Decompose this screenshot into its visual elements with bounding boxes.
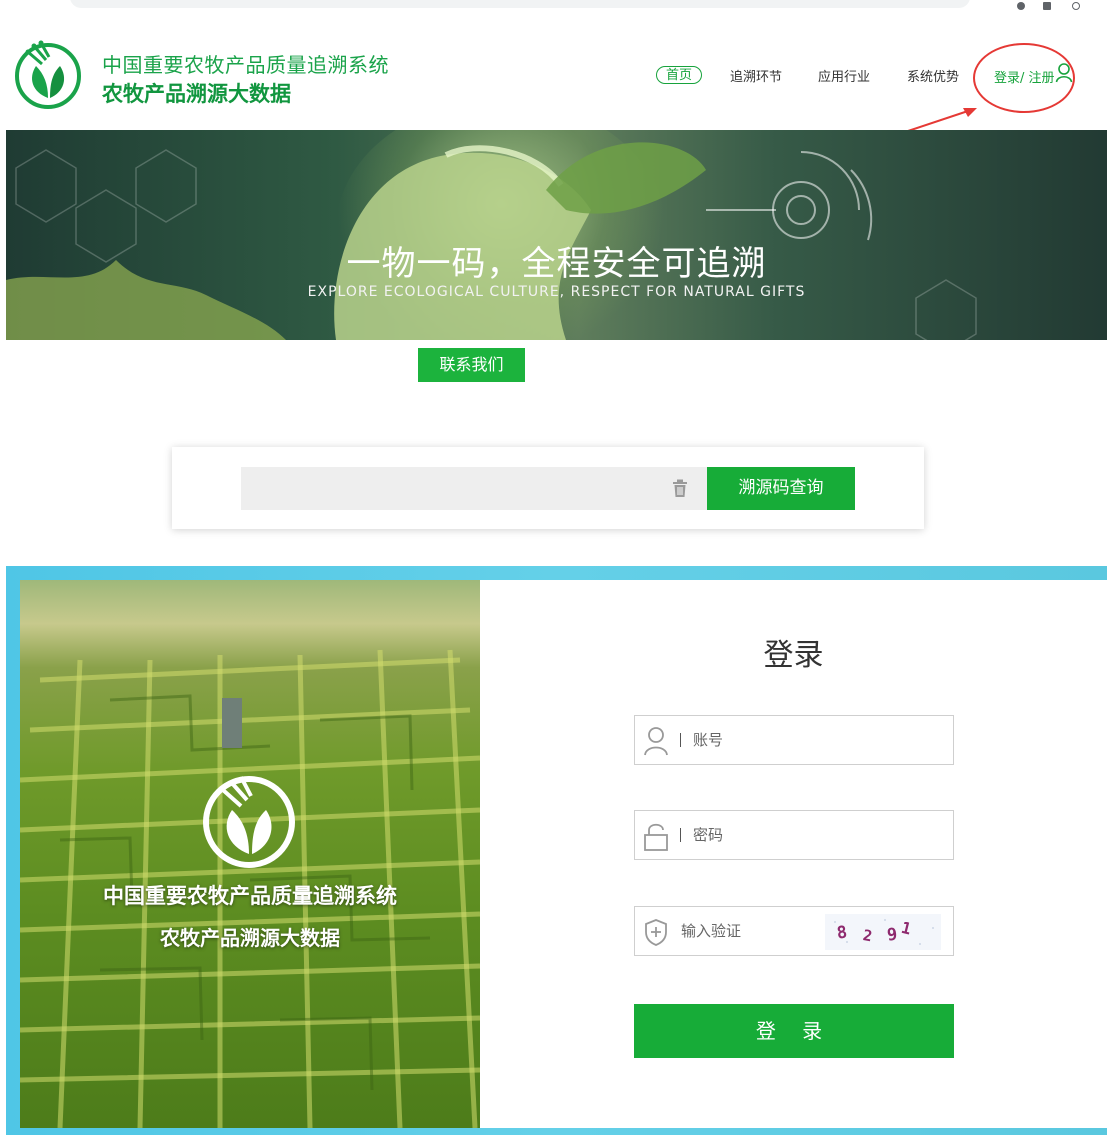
- captcha-field[interactable]: 8 2 9 1: [634, 906, 954, 956]
- site-header: 中国重要农牧产品质量追溯系统 农牧产品溯源大数据 首页 追溯环节 应用行业 系统…: [0, 12, 1107, 132]
- brand-title: 中国重要农牧产品质量追溯系统: [102, 53, 389, 77]
- menu-icon[interactable]: [1072, 2, 1080, 10]
- nav-industries[interactable]: 应用行业: [818, 66, 870, 85]
- login-logo-icon: [203, 776, 295, 868]
- trace-search-card: 溯源码查询: [172, 447, 924, 529]
- password-input[interactable]: [693, 819, 933, 851]
- trace-code-input[interactable]: [241, 467, 707, 510]
- nav-home[interactable]: 首页: [656, 66, 703, 84]
- profile-icon[interactable]: [1017, 2, 1025, 10]
- account-input[interactable]: [693, 724, 933, 756]
- field-separator: [680, 828, 681, 842]
- annotation-circle: [973, 43, 1075, 113]
- account-field[interactable]: [634, 715, 954, 765]
- logo-icon[interactable]: [12, 38, 84, 110]
- shield-icon: [645, 919, 667, 946]
- captcha-char: 9: [886, 925, 898, 946]
- login-image-subtitle: 农牧产品溯源大数据: [160, 926, 340, 950]
- password-field[interactable]: [634, 810, 954, 860]
- user-icon: [644, 727, 668, 756]
- captcha-input[interactable]: [681, 915, 811, 947]
- banner-subtitle: EXPLORE ECOLOGICAL CULTURE, RESPECT FOR …: [307, 284, 806, 300]
- login-image-title: 中国重要农牧产品质量追溯系统: [103, 884, 397, 908]
- sprout-illustration: [6, 142, 977, 340]
- login-panel: 登录 8 2 9 1: [480, 580, 1107, 1128]
- lock-icon: [644, 823, 668, 851]
- contact-us-button[interactable]: 联系我们: [418, 348, 525, 382]
- captcha-image[interactable]: 8 2 9 1: [825, 914, 941, 950]
- trace-search-button[interactable]: 溯源码查询: [707, 467, 855, 510]
- browser-toolbar: [0, 0, 1107, 12]
- address-bar[interactable]: [70, 0, 970, 8]
- banner-title: 一物一码，全程安全可追溯: [346, 244, 767, 284]
- nav-advantages[interactable]: 系统优势: [907, 66, 959, 85]
- trash-icon[interactable]: [670, 478, 690, 498]
- captcha-char: 2: [862, 926, 874, 945]
- captcha-char: 8: [836, 923, 849, 944]
- extensions-icon[interactable]: [1043, 2, 1051, 10]
- captcha-char: 1: [899, 918, 913, 939]
- field-separator: [680, 733, 681, 747]
- login-heading: 登录: [763, 638, 824, 673]
- hero-banner: 一物一码，全程安全可追溯 EXPLORE ECOLOGICAL CULTURE,…: [6, 130, 1107, 340]
- login-submit-button[interactable]: 登 录: [634, 1004, 954, 1058]
- captcha-chars: 8 2 9 1: [834, 918, 934, 946]
- maze-field-image: [20, 580, 480, 1128]
- brand-subtitle: 农牧产品溯源大数据: [102, 82, 291, 106]
- nav-trace-steps[interactable]: 追溯环节: [730, 66, 782, 85]
